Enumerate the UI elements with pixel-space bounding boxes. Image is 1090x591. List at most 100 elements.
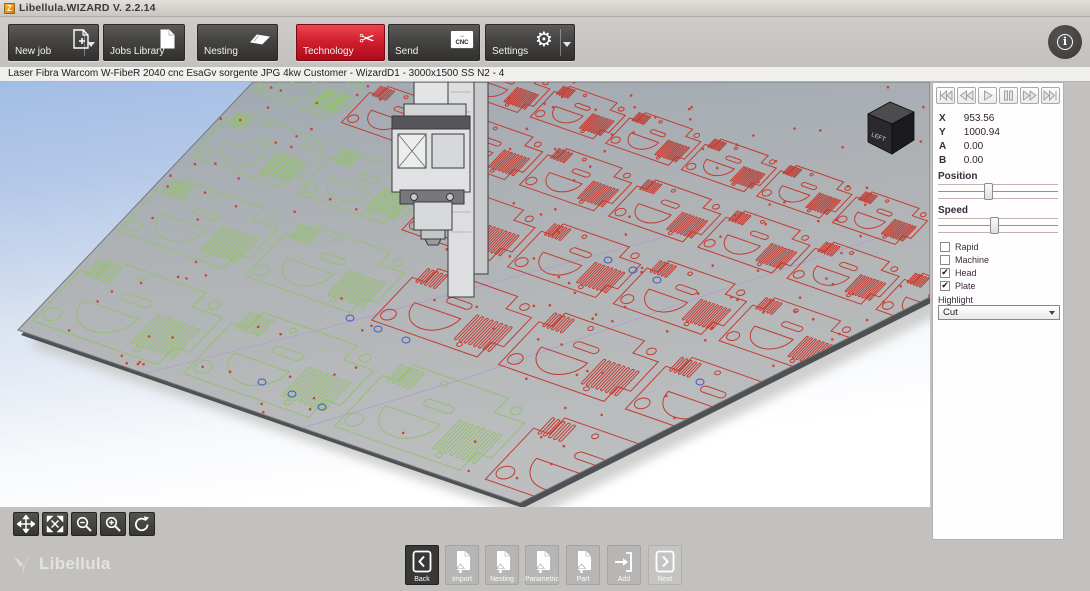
job-description-bar: Laser Fibra Warcom W-FibeR 2040 cnc EsaG… (0, 67, 1090, 82)
app-icon: Z (4, 3, 15, 14)
nesting-label: Nesting (204, 46, 238, 57)
title-bar: Z Libellula.WIZARD V. 2.2.14 (0, 0, 1090, 17)
rotate-view-button[interactable] (129, 512, 155, 536)
rewind-icon (959, 90, 974, 101)
nesting-button[interactable]: Nesting (197, 24, 278, 61)
dragonfly-icon (12, 552, 34, 576)
back-label: Back (414, 576, 430, 583)
back-icon (411, 549, 433, 575)
simulation-panel: X 953.56 Y 1000.94 A 0.00 B 0.00 Positio… (932, 82, 1064, 540)
nesting-sheet-icon (248, 28, 272, 50)
viewport-3d[interactable]: LEFT (0, 82, 930, 507)
axis-a-value: 0.00 (964, 141, 983, 152)
rapid-checkbox-box[interactable] (940, 242, 950, 252)
tick-line (938, 198, 1058, 199)
settings-button[interactable]: ⚙ Settings (485, 24, 575, 61)
axis-x-label: X (939, 113, 961, 124)
new-job-dropdown-arrow[interactable] (87, 42, 95, 47)
jobs-library-button[interactable]: Jobs Library (103, 24, 185, 61)
next-icon (654, 549, 676, 575)
add-to-job-icon (613, 549, 635, 575)
zoom-in-icon (104, 515, 122, 533)
zoom-in-button[interactable] (100, 512, 126, 536)
nesting-file-icon (491, 549, 513, 575)
machine-checkbox-box[interactable] (940, 255, 950, 265)
parametric-button[interactable]: Parametric (525, 545, 559, 585)
axis-a-row: A 0.00 (939, 141, 983, 154)
speed-slider-thumb[interactable] (990, 217, 999, 234)
add-label: Add (618, 576, 630, 583)
tick-line (938, 184, 1058, 185)
rapid-checkbox[interactable]: Rapid (940, 241, 979, 253)
machine-checkbox-label: Machine (955, 255, 989, 265)
highlight-dropdown[interactable]: Cut (938, 305, 1060, 320)
main-toolbar: New job Jobs Library Nesting ✂ Technolog… (0, 17, 1090, 67)
import-button[interactable]: Import (445, 545, 479, 585)
position-label: Position (938, 171, 977, 182)
divider (84, 29, 85, 56)
rotate-view-icon (133, 515, 151, 533)
technology-label: Technology (303, 46, 354, 57)
back-button[interactable]: Back (405, 545, 439, 585)
position-slider[interactable] (938, 183, 1058, 200)
nesting-nav-button[interactable]: Nesting (485, 545, 519, 585)
nesting-nav-label: Nesting (490, 576, 514, 583)
app-window: Z Libellula.WIZARD V. 2.2.14 New job Job… (0, 0, 1090, 591)
new-job-button[interactable]: New job (8, 24, 99, 61)
skip-end-button[interactable] (1041, 87, 1060, 104)
play-icon (980, 90, 995, 101)
pause-button[interactable] (999, 87, 1018, 104)
plate-checkbox[interactable]: ✔ Plate (940, 280, 976, 292)
pan-icon (17, 515, 35, 533)
send-button[interactable]: →CNC Send (388, 24, 480, 61)
skip-start-icon (938, 90, 953, 101)
position-slider-thumb[interactable] (984, 183, 993, 200)
playback-controls (936, 87, 1060, 104)
fit-view-icon (46, 515, 64, 533)
add-button[interactable]: Add (607, 545, 641, 585)
settings-dropdown-arrow[interactable] (563, 42, 571, 47)
pause-icon (1001, 90, 1016, 101)
fast-forward-button[interactable] (1020, 87, 1039, 104)
fit-view-button[interactable] (42, 512, 68, 536)
axis-a-label: A (939, 141, 961, 152)
axis-y-value: 1000.94 (964, 127, 1000, 138)
jobs-library-label: Jobs Library (110, 46, 164, 57)
chevron-down-icon (1049, 311, 1055, 315)
head-checkbox-box[interactable]: ✔ (940, 268, 950, 278)
play-button[interactable] (978, 87, 997, 104)
skip-start-button[interactable] (936, 87, 955, 104)
pan-button[interactable] (13, 512, 39, 536)
divider (560, 29, 561, 56)
zoom-out-button[interactable] (71, 512, 97, 536)
skip-end-icon (1043, 90, 1058, 101)
info-button[interactable]: i (1048, 25, 1082, 59)
rewind-button[interactable] (957, 87, 976, 104)
axis-y-row: Y 1000.94 (939, 127, 1000, 140)
head-checkbox-label: Head (955, 268, 977, 278)
technology-button[interactable]: ✂ Technology (296, 24, 385, 61)
machine-checkbox[interactable]: Machine (940, 254, 989, 266)
axis-x-row: X 953.56 (939, 113, 994, 126)
next-button[interactable]: Next (648, 545, 682, 585)
nesting-scene: LEFT (0, 82, 930, 507)
plate-checkbox-box[interactable]: ✔ (940, 281, 950, 291)
info-icon: i (1057, 34, 1073, 50)
logo-text: Libellula (39, 554, 111, 574)
fast-forward-icon (1022, 90, 1037, 101)
axis-b-row: B 0.00 (939, 155, 983, 168)
send-label: Send (395, 46, 418, 57)
parametric-label: Parametric (525, 576, 559, 583)
rapid-checkbox-label: Rapid (955, 242, 979, 252)
send-to-cnc-icon: →CNC (450, 28, 474, 50)
speed-label: Speed (938, 205, 968, 216)
head-checkbox[interactable]: ✔ Head (940, 267, 977, 279)
part-label: Part (577, 576, 590, 583)
settings-gear-icon: ⚙ (532, 28, 556, 50)
axis-b-value: 0.00 (964, 155, 983, 166)
speed-slider[interactable] (938, 217, 1058, 234)
zoom-out-icon (75, 515, 93, 533)
job-description-text: Laser Fibra Warcom W-FibeR 2040 cnc EsaG… (8, 68, 504, 79)
slider-track (938, 191, 1058, 192)
part-button[interactable]: Part (566, 545, 600, 585)
